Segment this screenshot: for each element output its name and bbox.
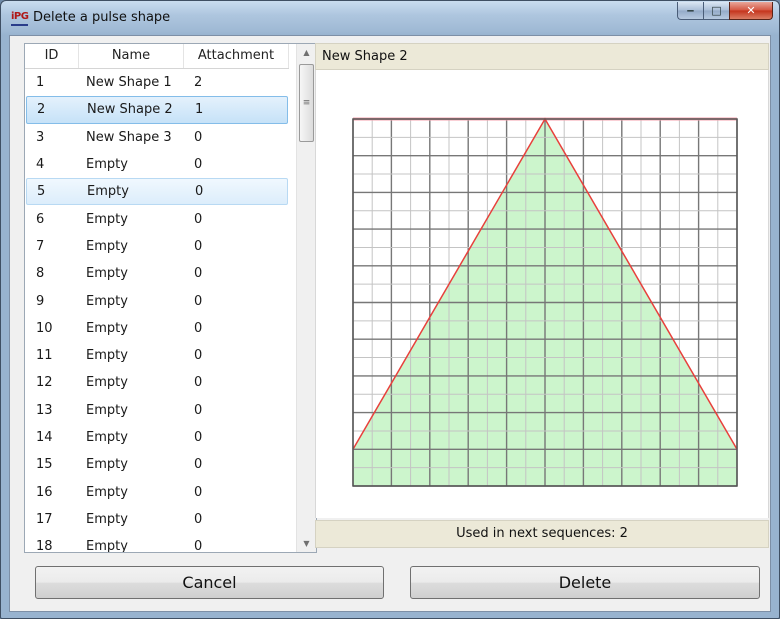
- row-id-cell: 8: [36, 266, 45, 282]
- row-name-cell: Empty: [87, 184, 129, 200]
- row-attachment-cell: 0: [194, 293, 203, 309]
- cancel-button[interactable]: Cancel: [35, 566, 384, 599]
- list-row[interactable]: 16 Empty 0: [26, 478, 288, 505]
- title-bar[interactable]: iPG Delete a pulse shape ‒ □ ✕: [1, 1, 779, 35]
- scrollbar-thumb[interactable]: ≡: [299, 64, 314, 142]
- list-row[interactable]: 5 Empty 0: [26, 178, 288, 206]
- shape-preview: [315, 70, 769, 518]
- row-name-cell: New Shape 3: [86, 129, 172, 145]
- usage-status: Used in next sequences: 2: [315, 520, 769, 548]
- list-row[interactable]: 9 Empty 0: [26, 287, 288, 314]
- list-row[interactable]: 17 Empty 0: [26, 506, 288, 533]
- list-scrollbar[interactable]: ▲ ≡ ▼: [296, 44, 316, 552]
- window-controls: ‒ □ ✕: [677, 2, 773, 21]
- list-row[interactable]: 4 Empty 0: [26, 151, 288, 178]
- row-attachment-cell: 0: [194, 511, 203, 527]
- pulse-shape-plot: [352, 117, 738, 487]
- scroll-up-arrow-icon[interactable]: ▲: [297, 44, 316, 61]
- row-name-cell: Empty: [86, 511, 128, 527]
- row-attachment-cell: 0: [194, 238, 203, 254]
- row-attachment-cell: 0: [194, 320, 203, 336]
- row-name-cell: Empty: [86, 484, 128, 500]
- row-name-cell: New Shape 2: [87, 102, 173, 118]
- row-id-cell: 7: [36, 238, 45, 254]
- row-attachment-cell: 0: [194, 129, 203, 145]
- row-attachment-cell: 0: [194, 348, 203, 364]
- row-name-cell: Empty: [86, 293, 128, 309]
- row-id-cell: 6: [36, 211, 45, 227]
- row-attachment-cell: 0: [194, 211, 203, 227]
- close-button[interactable]: ✕: [729, 2, 773, 20]
- pulse-shape-list[interactable]: ID Name Attachment 1 New Shape 1 2 2 New Sha…: [24, 43, 317, 553]
- list-row[interactable]: 11 Empty 0: [26, 342, 288, 369]
- list-row[interactable]: 12 Empty 0: [26, 369, 288, 396]
- row-attachment-cell: 1: [195, 102, 204, 118]
- row-attachment-cell: 0: [194, 266, 203, 282]
- row-name-cell: Empty: [86, 157, 128, 173]
- list-rows: 1 New Shape 1 2 2 New Shape 2 1 3 New Shape 304…: [25, 69, 289, 553]
- row-name-cell: Empty: [86, 402, 128, 418]
- row-id-cell: 5: [37, 184, 46, 200]
- row-id-cell: 14: [36, 430, 53, 445]
- minimize-button[interactable]: ‒: [677, 2, 703, 20]
- row-attachment-cell: 0: [194, 457, 203, 473]
- row-name-cell: New Shape 1: [86, 75, 172, 91]
- list-row[interactable]: 6 Empty 0: [26, 205, 288, 232]
- list-header: ID Name Attachment: [25, 44, 289, 69]
- list-row[interactable]: 2 New Shape 2 1: [26, 96, 288, 124]
- maximize-button[interactable]: □: [703, 2, 729, 20]
- row-id-cell: 16: [36, 484, 53, 500]
- scroll-down-arrow-icon[interactable]: ▼: [297, 535, 316, 552]
- row-id-cell: 12: [36, 375, 53, 391]
- row-name-cell: Empty: [86, 266, 128, 282]
- dialog-client-area: ID Name Attachment 1 New Shape 1 2 2 New Sha…: [9, 35, 771, 612]
- app-icon: iPG: [11, 11, 29, 26]
- column-header-id[interactable]: ID: [25, 44, 79, 68]
- row-id-cell: 15: [36, 457, 53, 473]
- row-id-cell: 1: [36, 75, 45, 91]
- window-title: Delete a pulse shape: [33, 10, 171, 25]
- row-attachment-cell: 0: [194, 157, 203, 173]
- row-id-cell: 2: [37, 102, 46, 118]
- row-name-cell: Empty: [86, 211, 128, 227]
- delete-button[interactable]: Delete: [410, 566, 760, 599]
- row-id-cell: 4: [36, 157, 45, 173]
- list-row[interactable]: 13 Empty 0: [26, 397, 288, 424]
- row-name-cell: Empty: [86, 539, 128, 553]
- preview-title: New Shape 2: [315, 43, 769, 70]
- row-id-cell: 13: [36, 402, 53, 418]
- list-row[interactable]: 1 New Shape 1 2: [26, 69, 288, 96]
- row-attachment-cell: 0: [194, 402, 203, 418]
- row-name-cell: Empty: [86, 430, 128, 445]
- list-row[interactable]: 8 Empty 0: [26, 260, 288, 287]
- row-name-cell: Empty: [86, 348, 128, 364]
- row-name-cell: Empty: [86, 320, 128, 336]
- row-id-cell: 11: [36, 348, 53, 364]
- row-attachment-cell: 0: [194, 484, 203, 500]
- row-name-cell: Empty: [86, 238, 128, 254]
- row-attachment-cell: 0: [194, 375, 203, 391]
- row-id-cell: 18: [36, 539, 53, 553]
- grip-icon: ≡: [302, 97, 311, 108]
- row-attachment-cell: 0: [194, 539, 203, 553]
- row-name-cell: Empty: [86, 457, 128, 473]
- row-id-cell: 3: [36, 129, 45, 145]
- column-header-attachment[interactable]: Attachment: [184, 44, 289, 68]
- row-name-cell: Empty: [86, 375, 128, 391]
- list-row[interactable]: 14 Empty 0: [26, 424, 288, 451]
- list-row[interactable]: 3 New Shape 3 0: [26, 124, 288, 151]
- column-header-name[interactable]: Name: [79, 44, 184, 68]
- list-row[interactable]: 18 Empty 0: [26, 533, 288, 553]
- dialog-window: iPG Delete a pulse shape ‒ □ ✕ ID Name A…: [0, 0, 780, 619]
- row-id-cell: 9: [36, 293, 45, 309]
- row-id-cell: 17: [36, 511, 53, 527]
- list-row[interactable]: 15 Empty 0: [26, 451, 288, 478]
- row-id-cell: 10: [36, 320, 53, 336]
- row-attachment-cell: 0: [194, 430, 203, 445]
- list-row[interactable]: 10 Empty 0: [26, 315, 288, 342]
- row-attachment-cell: 2: [194, 75, 203, 91]
- list-row[interactable]: 7 Empty 0: [26, 233, 288, 260]
- row-attachment-cell: 0: [195, 184, 204, 200]
